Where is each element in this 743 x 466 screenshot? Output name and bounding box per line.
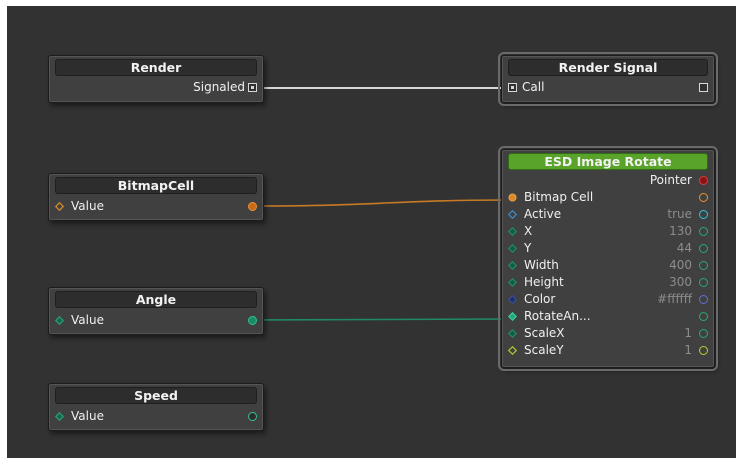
pointer-label: Pointer [649, 173, 692, 187]
speed-value-row: Value [49, 408, 263, 425]
scaley-output-port[interactable] [699, 346, 708, 355]
input-label: RotateAn... [524, 309, 591, 323]
node-graph-canvas[interactable]: Render Signaled Render Signal Call Bitma… [7, 6, 736, 458]
wire-bitmap-cell[interactable] [247, 199, 513, 207]
input-row-height: Height 300 [502, 274, 714, 291]
esd-image-rotate-title[interactable]: ESD Image Rotate [508, 153, 708, 170]
bitmap-cell-output-port[interactable] [699, 193, 708, 202]
input-label: Height [524, 275, 564, 289]
color-output-port[interactable] [699, 295, 708, 304]
speed-node[interactable]: Speed Value [48, 383, 264, 431]
angle-output-port[interactable] [248, 316, 257, 325]
input-row-active: Active true [502, 206, 714, 223]
green-diamond-icon[interactable] [508, 227, 517, 236]
input-label: X [524, 224, 533, 238]
render-node[interactable]: Render Signaled [48, 55, 264, 103]
green-diamond-icon [55, 412, 64, 421]
x-output-port[interactable] [699, 227, 708, 236]
speed-node-title[interactable]: Speed [55, 387, 257, 404]
signaled-output-row: Signaled [49, 79, 263, 96]
input-value: 130 [669, 224, 692, 238]
bitmapcell-node[interactable]: BitmapCell Value [48, 173, 264, 221]
pointer-output-row: Pointer [502, 172, 714, 189]
green-diamond-icon[interactable] [508, 278, 517, 287]
input-row-color: Color #ffffff [502, 291, 714, 308]
call-label: Call [522, 80, 545, 94]
input-label: Color [524, 292, 556, 306]
input-label: Width [524, 258, 559, 272]
green-diamond-icon[interactable] [508, 329, 517, 338]
scalex-output-port[interactable] [699, 329, 708, 338]
angle-node-title[interactable]: Angle [55, 291, 257, 308]
render-signal-node[interactable]: Render Signal Call [498, 52, 718, 106]
input-row-bitmap-cell: Bitmap Cell [502, 189, 714, 206]
call-output-port[interactable] [699, 83, 708, 92]
input-row-scaley: ScaleY 1 [502, 342, 714, 359]
height-output-port[interactable] [699, 278, 708, 287]
render-node-title[interactable]: Render [55, 59, 257, 76]
input-row-y: Y 44 [502, 240, 714, 257]
orange-circle-icon[interactable] [508, 193, 517, 202]
input-value: 44 [676, 241, 692, 255]
input-row-x: X 130 [502, 223, 714, 240]
angle-node[interactable]: Angle Value [48, 287, 264, 335]
call-input-row: Call [502, 79, 714, 96]
angle-value-row: Value [49, 312, 263, 329]
blue-diamond-icon[interactable] [508, 210, 517, 219]
green-diamond-icon[interactable] [508, 244, 517, 253]
width-output-port[interactable] [699, 261, 708, 270]
wire-rotate-angle[interactable] [247, 318, 513, 321]
input-value: 300 [669, 275, 692, 289]
bitmapcell-node-title[interactable]: BitmapCell [55, 177, 257, 194]
input-value: 1 [684, 343, 692, 357]
rotate-angle-output-port[interactable] [699, 312, 708, 321]
input-label: Y [524, 241, 532, 255]
input-value: 1 [684, 326, 692, 340]
green-diamond-icon[interactable] [508, 261, 517, 270]
signaled-label: Signaled [193, 80, 245, 94]
input-label: Active [524, 207, 562, 221]
input-value: 400 [669, 258, 692, 272]
green-diamond-icon [55, 316, 64, 325]
input-label: Bitmap Cell [524, 190, 594, 204]
value-label: Value [71, 199, 104, 213]
input-value: true [667, 207, 692, 221]
active-output-port[interactable] [699, 210, 708, 219]
input-value: #ffffff [657, 292, 692, 306]
render-signal-node-title[interactable]: Render Signal [508, 59, 708, 76]
esd-image-rotate-node[interactable]: ESD Image Rotate Pointer Bitmap Cell Act… [498, 146, 718, 371]
speed-output-port[interactable] [248, 412, 257, 421]
yellow-diamond-icon[interactable] [508, 346, 517, 355]
input-row-scalex: ScaleX 1 [502, 325, 714, 342]
pointer-output-port[interactable] [699, 176, 708, 185]
orange-diamond-icon [55, 202, 64, 211]
value-label: Value [71, 313, 104, 327]
input-row-width: Width 400 [502, 257, 714, 274]
teal-diamond-icon[interactable] [508, 312, 517, 321]
call-input-port[interactable] [508, 83, 517, 92]
value-label: Value [71, 409, 104, 423]
bitmapcell-value-row: Value [49, 198, 263, 215]
input-label: ScaleY [524, 343, 564, 357]
y-output-port[interactable] [699, 244, 708, 253]
signaled-output-port[interactable] [248, 83, 257, 92]
bitmapcell-output-port[interactable] [248, 202, 257, 211]
navy-diamond-icon[interactable] [508, 295, 517, 304]
input-label: ScaleX [524, 326, 565, 340]
input-row-rotate-angle: RotateAn... [502, 308, 714, 325]
